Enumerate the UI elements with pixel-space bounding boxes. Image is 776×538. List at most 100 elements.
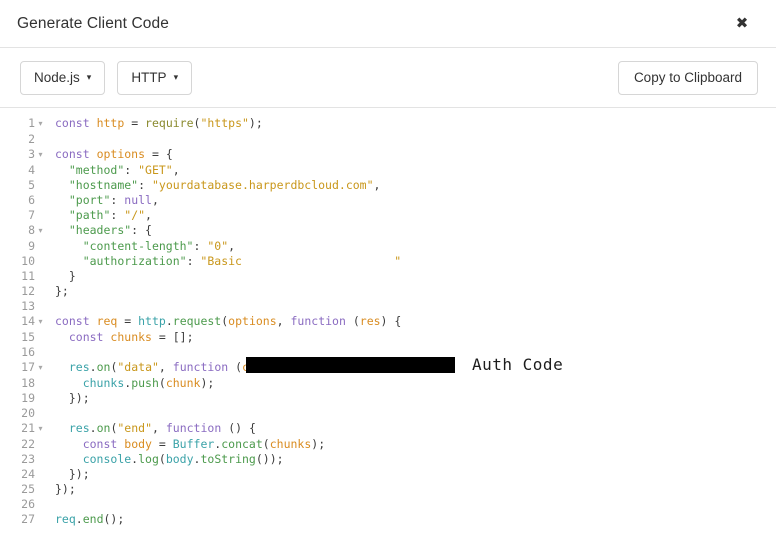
- code-token-kw: const: [55, 116, 90, 130]
- code-token-str: "GET": [138, 163, 173, 177]
- code-token-kw: const: [82, 437, 118, 451]
- code-line-content: const req = http.request (options, functi…: [46, 314, 776, 330]
- client-dropdown[interactable]: HTTP ▾: [117, 60, 193, 95]
- line-number-gutter: 1 ▾: [0, 116, 46, 132]
- code-token-punct: ) {: [380, 314, 402, 328]
- code-token-fn: toString: [200, 452, 256, 466]
- line-number-gutter: 18: [0, 376, 46, 391]
- code-token-punct: ,: [172, 163, 180, 177]
- auth-code-annotation: Auth Code: [472, 355, 564, 374]
- code-token-punct: ,: [228, 239, 236, 253]
- code-token-punct: :: [110, 193, 125, 207]
- line-number-gutter: 16: [0, 345, 46, 360]
- code-line-content: };: [46, 284, 776, 299]
- code-line-content: "headers": {: [46, 223, 776, 239]
- line-number: 3: [28, 147, 35, 161]
- code-token-punct: ,: [152, 421, 166, 435]
- code-line-content: console.log(body.toString());: [46, 452, 776, 467]
- line-number: 21: [21, 421, 35, 435]
- code-token-punct: .: [89, 421, 97, 435]
- code-token-key: "hostname": [68, 178, 139, 192]
- code-line: 10 "authorization": "Basic ": [0, 254, 776, 269]
- code-token-ent: body: [165, 452, 194, 466]
- code-token-str: "yourdatabase.harperdbcloud.com": [151, 178, 374, 192]
- code-line: 15 const chunks = [];: [0, 330, 776, 345]
- code-token-punct: (: [235, 360, 243, 374]
- code-token-key: "method": [68, 163, 125, 177]
- code-line: 8 ▾ "headers": {: [0, 223, 776, 239]
- code-token-key: "path": [68, 208, 111, 222]
- code-token-punct: (: [352, 314, 360, 328]
- code-line-content: [46, 132, 776, 147]
- code-token-fn: push: [131, 376, 159, 390]
- code-line-content: "content-length": "0",: [46, 239, 776, 254]
- code-token-ent: http: [138, 314, 166, 328]
- line-number-gutter: 5: [0, 178, 46, 193]
- language-dropdown[interactable]: Node.js ▾: [20, 60, 106, 95]
- line-number: 12: [21, 284, 35, 298]
- code-token-str: "https": [200, 116, 249, 130]
- line-number-gutter: 23: [0, 452, 46, 467]
- code-line-content: });: [46, 482, 776, 497]
- fold-triangle-icon[interactable]: ▾: [35, 360, 46, 375]
- code-token-kw: const: [55, 147, 90, 161]
- code-line-content: const http = require("https");: [46, 116, 776, 132]
- line-number: 19: [21, 391, 35, 405]
- code-token-ent: chunks: [82, 376, 125, 390]
- code-token-fn: log: [138, 452, 159, 466]
- code-token-punct: ,: [145, 208, 152, 222]
- line-number: 10: [21, 254, 35, 268]
- code-editor[interactable]: 1 ▾ const http = require("https"); 2 3 ▾ cons…: [0, 108, 776, 538]
- fold-triangle-icon[interactable]: ▾: [35, 223, 46, 238]
- code-line: 13: [0, 299, 776, 314]
- line-number-gutter: 22: [0, 437, 46, 452]
- code-token-punct: ());: [255, 452, 284, 466]
- line-number: 4: [28, 163, 35, 177]
- code-token-punct: (: [158, 452, 166, 466]
- code-line: 14 ▾ const req = http.request (options, fun…: [0, 314, 776, 330]
- line-number-gutter: 19: [0, 391, 46, 406]
- chevron-down-icon: ▾: [173, 73, 179, 83]
- code-token-ent: console: [82, 452, 132, 466]
- fold-triangle-icon[interactable]: ▾: [35, 116, 46, 131]
- code-token-punct: :: [124, 163, 139, 177]
- code-line-content: });: [46, 467, 776, 482]
- code-line: 27 req.end();: [0, 512, 776, 527]
- line-number-gutter: 13: [0, 299, 46, 314]
- code-token-punct: :: [186, 254, 201, 268]
- code-line-content: "hostname": "yourdatabase.harperdbcloud.…: [46, 178, 776, 193]
- code-token-fn: on: [96, 421, 111, 435]
- code-token-punct: ,: [276, 314, 291, 328]
- code-line-content: "method": "GET",: [46, 163, 776, 178]
- code-token-plain: =: [117, 314, 139, 328]
- code-line: 22 const body = Buffer.concat(chunks);: [0, 437, 776, 452]
- auth-code-redaction-box: [246, 357, 455, 373]
- code-token-punct: );: [311, 437, 326, 451]
- close-icon[interactable]: ✖: [730, 12, 754, 36]
- fold-triangle-icon[interactable]: ▾: [35, 314, 46, 329]
- copy-to-clipboard-button[interactable]: Copy to Clipboard: [617, 60, 758, 95]
- code-token-punct: .: [75, 512, 83, 526]
- line-number-gutter: 17 ▾: [0, 360, 46, 376]
- code-line-content: res.on("end", function () {: [46, 421, 776, 437]
- code-token-var: options: [228, 314, 277, 328]
- generate-client-code-modal: Generate Client Code ✖ Node.js ▾ HTTP ▾ …: [0, 0, 776, 538]
- line-number: 15: [21, 330, 35, 344]
- fold-triangle-icon[interactable]: ▾: [35, 147, 46, 162]
- code-token-punct: };: [55, 284, 69, 298]
- code-token-str: ": [394, 254, 402, 268]
- code-token-punct: () {: [228, 421, 256, 435]
- code-token-ent: res: [68, 360, 90, 374]
- code-line-content: const body = Buffer.concat(chunks);: [46, 437, 776, 452]
- code-token-punct: ,: [151, 193, 159, 207]
- line-number: 25: [21, 482, 35, 496]
- code-token-key: "content-length": [82, 239, 194, 253]
- fold-triangle-icon[interactable]: ▾: [35, 421, 46, 436]
